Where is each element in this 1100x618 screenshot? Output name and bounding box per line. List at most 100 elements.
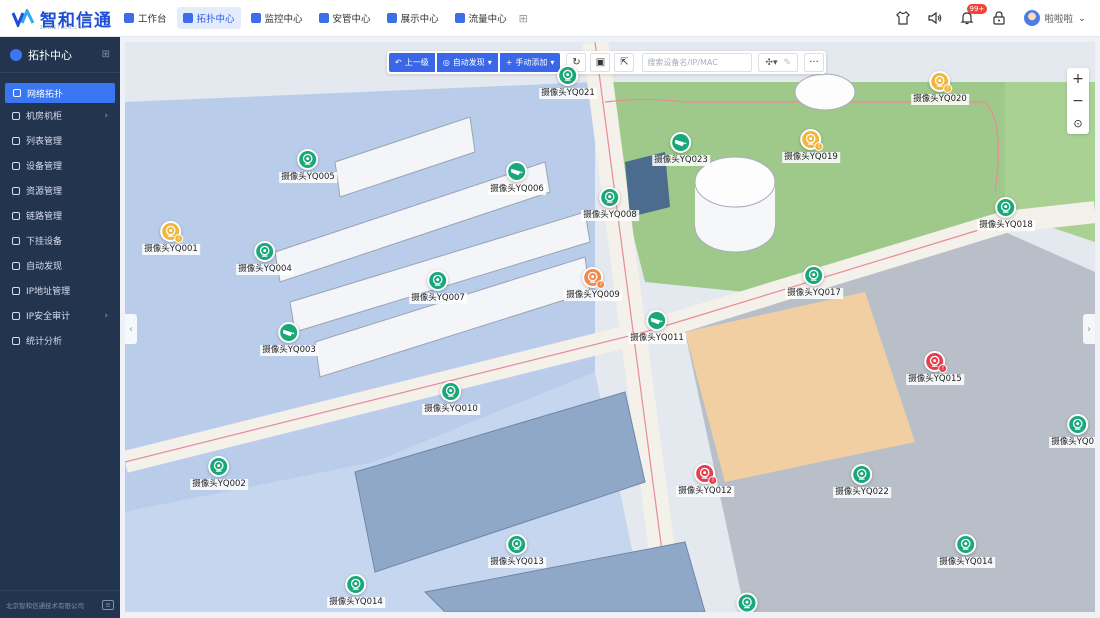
camera-node[interactable]: 摄像头YQ007 xyxy=(409,270,467,304)
top-nav: 工作台 拓扑中心 监控中心 安管中心 展示中心 流量中心 xyxy=(118,7,513,29)
zoom-controls: + − ⊙ xyxy=(1067,68,1089,134)
nav-item-0[interactable]: 工作台 xyxy=(118,7,173,29)
shield-icon xyxy=(318,13,329,23)
caret-down-icon: ▾ xyxy=(487,58,492,67)
camera-label: 摄像头YQ022 xyxy=(833,487,891,498)
sidebar-item-7[interactable]: 自动发现 xyxy=(0,253,120,278)
sidebar-item-10[interactable]: 统计分析 xyxy=(0,328,120,353)
sidebar-item-1[interactable]: 机房机柜 › xyxy=(0,103,120,128)
user-name: 啦啦啦 xyxy=(1044,14,1074,25)
topology-canvas[interactable]: ↶ 上一级 ◎ 自动发现 ▾ + 手动添加 ▾ ↻ ▣ ⇱ ✣▾ ✎ ··· +… xyxy=(125,42,1095,612)
camera-node[interactable]: ! 摄像头YQ012 xyxy=(676,463,734,497)
nav-item-4[interactable]: 展示中心 xyxy=(381,7,445,29)
alert-icon: ! xyxy=(174,234,184,243)
home-icon xyxy=(124,13,134,23)
user-menu[interactable]: 啦啦啦 ⌄ xyxy=(1023,10,1086,26)
camera-node[interactable] xyxy=(736,592,758,612)
menu-item-icon xyxy=(12,161,20,170)
camera-label: 摄像头YQ019 xyxy=(782,152,840,163)
camera-node[interactable]: 摄像头YQ018 xyxy=(977,197,1035,231)
menu-item-icon xyxy=(12,236,20,245)
camera-node[interactable]: 摄像头YQ016 xyxy=(1049,414,1095,448)
sidebar-item-8[interactable]: IP地址管理 xyxy=(0,278,120,303)
dome-camera-icon xyxy=(440,381,462,402)
more-icon[interactable]: ··· xyxy=(804,53,825,72)
camera-label: 摄像头YQ015 xyxy=(906,374,964,385)
collapse-sidebar-icon[interactable]: ≡ xyxy=(102,599,114,610)
camera-node[interactable]: 摄像头YQ013 xyxy=(488,534,546,568)
nav-item-2[interactable]: 监控中心 xyxy=(245,7,309,29)
camera-node[interactable]: 摄像头YQ008 xyxy=(581,187,639,221)
camera-node[interactable]: ! 摄像头YQ015 xyxy=(906,351,964,385)
notification-badge: 99+ xyxy=(966,4,988,14)
topology-icon xyxy=(10,48,22,61)
chevron-left-icon[interactable]: ‹ xyxy=(125,314,137,344)
camera-node[interactable]: 摄像头YQ017 xyxy=(785,265,843,299)
skin-icon[interactable] xyxy=(895,11,910,25)
nav-item-1[interactable]: 拓扑中心 xyxy=(176,7,241,29)
camera-node[interactable]: 摄像头YQ014 xyxy=(937,534,995,568)
sidebar-item-6[interactable]: 下挂设备 xyxy=(0,228,120,253)
dome-camera-icon xyxy=(995,197,1017,218)
chevron-right-icon[interactable]: › xyxy=(1083,314,1095,344)
nav-item-5[interactable]: 流量中心 xyxy=(449,7,513,29)
camera-node[interactable]: 摄像头YQ006 xyxy=(488,161,546,195)
sidebar-item-3[interactable]: 设备管理 xyxy=(0,153,120,178)
camera-node[interactable]: 摄像头YQ003 xyxy=(260,322,318,356)
camera-label: 摄像头YQ001 xyxy=(142,244,200,255)
menu-item-icon xyxy=(12,211,20,220)
monitor-icon xyxy=(250,13,261,23)
auto-discover-button[interactable]: ◎ 自动发现 ▾ xyxy=(436,53,498,72)
sidebar-item-0[interactable]: 网络拓扑 xyxy=(5,83,115,103)
camera-node[interactable]: ! 摄像头YQ009 xyxy=(564,267,622,301)
camera-node[interactable]: 摄像头YQ022 xyxy=(833,464,891,498)
camera-node[interactable]: 摄像头YQ004 xyxy=(236,241,294,275)
dome-camera-icon: ! xyxy=(582,267,606,289)
device-search-input[interactable] xyxy=(642,53,753,72)
nav-item-3[interactable]: 安管中心 xyxy=(313,7,377,29)
chevron-down-icon: ⌄ xyxy=(1078,12,1086,24)
brand-logo-icon xyxy=(11,7,35,29)
export-icon[interactable]: ⇱ xyxy=(614,53,635,72)
grid-icon[interactable]: ⊞ xyxy=(102,49,110,60)
bullet-camera-icon xyxy=(278,322,300,343)
company-name: 北京智和信通技术有限公司 xyxy=(6,601,84,610)
edit-tools: ✣▾ ✎ xyxy=(758,53,799,72)
back-button[interactable]: ↶ 上一级 xyxy=(389,53,435,72)
sidebar: 拓扑中心 ⊞ 网络拓扑 机房机柜 › 列表管理 设备管理 资源管理 链路管理 下挂设备 自动发现… xyxy=(0,37,120,618)
dome-camera-icon xyxy=(506,534,528,555)
dome-camera-icon xyxy=(1067,414,1089,435)
apps-grid-icon[interactable]: ⊞ xyxy=(519,12,531,25)
alert-icon: ! xyxy=(938,364,948,373)
dome-camera-icon xyxy=(955,534,977,555)
sidebar-item-2[interactable]: 列表管理 xyxy=(0,128,120,153)
camera-node[interactable]: 摄像头YQ014 xyxy=(327,574,385,608)
sidebar-item-4[interactable]: 资源管理 xyxy=(0,178,120,203)
camera-node[interactable]: 摄像头YQ023 xyxy=(652,132,710,166)
sidebar-item-9[interactable]: IP安全审计 › xyxy=(0,303,120,328)
top-bar: 智和信通 ZHIHETECH.COM 工作台 拓扑中心 监控中心 安管中心 展示中心 流量… xyxy=(0,0,1100,37)
sidebar-item-5[interactable]: 链路管理 xyxy=(0,203,120,228)
speaker-icon[interactable] xyxy=(927,11,942,25)
zoom-in-icon[interactable]: + xyxy=(1067,68,1089,90)
camera-label: 摄像头YQ018 xyxy=(977,220,1035,231)
camera-node[interactable]: ! 摄像头YQ001 xyxy=(142,221,200,255)
layout-icon[interactable]: ✣▾ xyxy=(765,58,777,68)
camera-node[interactable]: ! 摄像头YQ019 xyxy=(782,129,840,163)
alert-icon: ! xyxy=(708,476,718,485)
bell-icon[interactable]: 99+ xyxy=(960,4,988,25)
zoom-fit-icon[interactable]: ⊙ xyxy=(1067,112,1089,134)
camera-node[interactable]: 摄像头YQ005 xyxy=(279,149,337,183)
menu-item-icon xyxy=(12,111,20,120)
camera-node[interactable]: ! 摄像头YQ020 xyxy=(911,71,969,105)
camera-node[interactable]: 摄像头YQ011 xyxy=(628,310,686,344)
camera-label: 摄像头YQ003 xyxy=(260,345,318,356)
camera-node[interactable]: 摄像头YQ010 xyxy=(422,381,480,415)
lock-icon[interactable] xyxy=(992,11,1006,25)
camera-node[interactable]: 摄像头YQ021 xyxy=(539,65,597,99)
zoom-out-icon[interactable]: − xyxy=(1067,90,1089,112)
camera-label: 摄像头YQ013 xyxy=(488,557,546,568)
pencil-icon[interactable]: ✎ xyxy=(783,58,791,68)
camera-node[interactable]: 摄像头YQ002 xyxy=(190,456,248,490)
camera-label: 摄像头YQ021 xyxy=(539,88,597,99)
